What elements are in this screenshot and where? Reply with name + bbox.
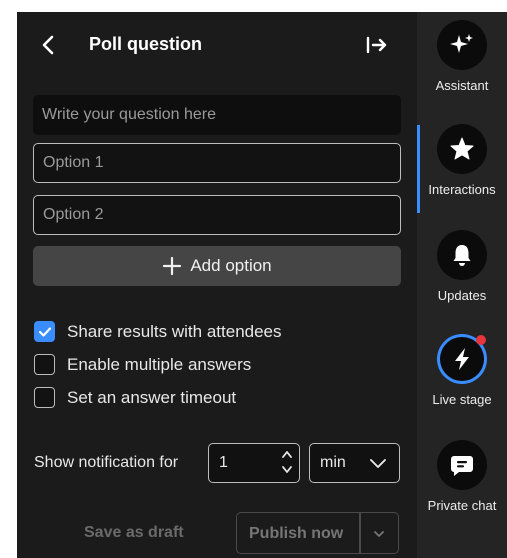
- page-title: Poll question: [89, 34, 203, 54]
- share-results-option[interactable]: Share results with attendees: [34, 321, 282, 342]
- assistant-button[interactable]: [437, 20, 487, 70]
- multiple-answers-option[interactable]: Enable multiple answers: [34, 354, 251, 375]
- rail-label-assistant: Assistant: [435, 78, 489, 93]
- notification-unit-select[interactable]: min: [309, 443, 400, 483]
- add-option-label: Add option: [190, 256, 272, 275]
- rail-item-live-stage[interactable]: Live stage: [417, 334, 507, 407]
- save-draft-button[interactable]: Save as draft: [84, 524, 184, 542]
- side-rail: Assistant Interactions Updates Live stag…: [417, 12, 507, 558]
- option-1-input[interactable]: Option 1: [33, 143, 401, 183]
- interactions-button[interactable]: [437, 124, 487, 174]
- sparkle-icon: [450, 34, 473, 53]
- option-2-input[interactable]: Option 2: [33, 195, 401, 235]
- rail-item-interactions[interactable]: Interactions: [417, 124, 507, 197]
- chevron-down-icon: [370, 459, 386, 468]
- multiple-answers-label: Enable multiple answers: [67, 354, 252, 374]
- chat-icon: [451, 456, 473, 476]
- question-input[interactable]: Write your question here: [33, 95, 401, 135]
- publish-split-button: Publish now: [236, 512, 399, 554]
- star-icon: [450, 137, 474, 160]
- bell-icon: [453, 245, 471, 266]
- stage: Poll question Write your question here O…: [0, 0, 507, 558]
- chevron-left-icon: [42, 35, 54, 55]
- live-stage-button[interactable]: [437, 334, 487, 384]
- checkmark-icon: [38, 326, 51, 337]
- share-results-checkbox[interactable]: [34, 321, 55, 342]
- rail-label-live-stage: Live stage: [432, 392, 492, 407]
- plus-icon: [163, 256, 182, 276]
- question-placeholder: Write your question here: [42, 106, 217, 123]
- answer-timeout-option[interactable]: Set an answer timeout: [34, 387, 236, 408]
- notification-label: Show notification for: [34, 454, 179, 471]
- back-button[interactable]: [37, 32, 59, 58]
- chevron-down-icon: [374, 531, 384, 537]
- lightning-icon: [455, 348, 469, 370]
- rail-item-private-chat[interactable]: Private chat: [417, 440, 507, 513]
- rail-item-assistant[interactable]: Assistant: [417, 20, 507, 93]
- notification-duration-input[interactable]: 1: [208, 443, 300, 483]
- notification-unit-value: min: [320, 454, 346, 471]
- multiple-answers-checkbox[interactable]: [34, 354, 55, 375]
- poll-panel: Poll question Write your question here O…: [17, 12, 417, 558]
- private-chat-button[interactable]: [437, 440, 487, 490]
- rail-label-interactions: Interactions: [428, 182, 496, 197]
- option-1-placeholder: Option 1: [43, 154, 104, 171]
- exit-panel-button[interactable]: [363, 32, 391, 58]
- rail-label-private-chat: Private chat: [427, 498, 497, 513]
- arrow-right-to-line-icon: [366, 36, 387, 54]
- publish-options-button[interactable]: [367, 527, 391, 541]
- duration-stepper[interactable]: [281, 448, 293, 476]
- share-results-label: Share results with attendees: [67, 321, 282, 341]
- notification-duration-value: 1: [219, 454, 228, 471]
- updates-button[interactable]: [437, 230, 487, 280]
- answer-timeout-label: Set an answer timeout: [67, 387, 237, 407]
- live-indicator-dot: [476, 335, 486, 345]
- rail-label-updates: Updates: [437, 288, 487, 303]
- answer-timeout-checkbox[interactable]: [34, 387, 55, 408]
- chevron-down-icon[interactable]: [281, 463, 293, 476]
- add-option-button[interactable]: Add option: [33, 246, 401, 286]
- option-2-placeholder: Option 2: [43, 206, 104, 223]
- chevron-up-icon[interactable]: [281, 448, 293, 461]
- publish-now-button[interactable]: Publish now: [249, 525, 343, 543]
- rail-item-updates[interactable]: Updates: [417, 230, 507, 303]
- publish-divider: [359, 513, 361, 553]
